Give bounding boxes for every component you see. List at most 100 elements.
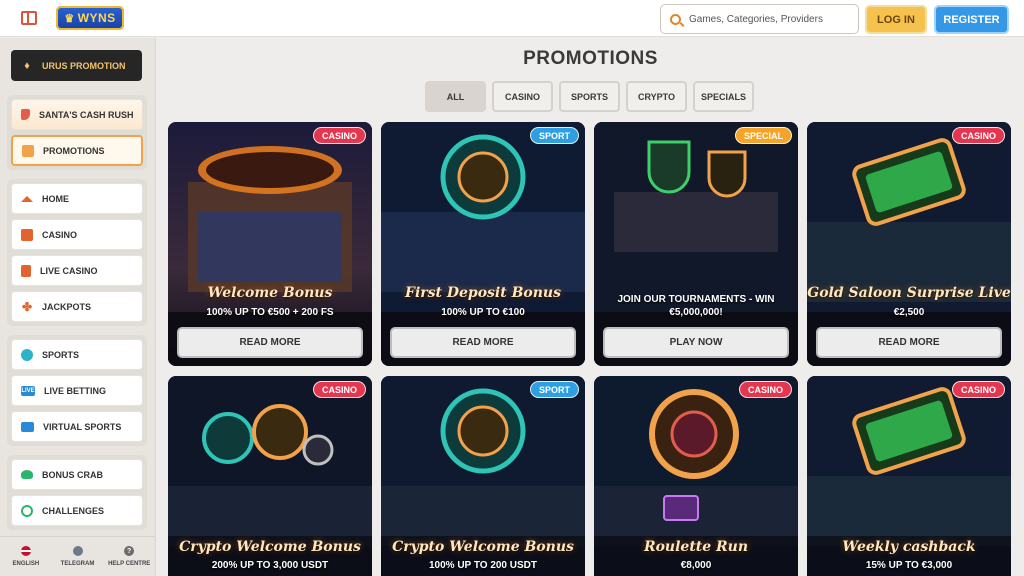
- category-badge: CASINO: [951, 127, 1005, 144]
- site-logo[interactable]: ♛ WYNS: [56, 6, 124, 30]
- tab-specials[interactable]: SPECIALS: [693, 81, 754, 112]
- sidebar-item-label: LIVE BETTING: [44, 385, 107, 396]
- home-icon: [21, 195, 33, 202]
- login-button[interactable]: LOG IN: [865, 5, 927, 34]
- sidebar-item-label: SANTA'S CASH RUSH: [39, 109, 134, 120]
- search-icon: [670, 13, 681, 25]
- card-title: Crypto Welcome Bonus: [179, 539, 361, 555]
- card-subtitle: 100% UP TO €100: [441, 307, 525, 318]
- sidebar-footer: ENGLISH TELEGRAM ? HELP CENTRE: [0, 536, 155, 576]
- sidebar-item-home[interactable]: HOME: [11, 183, 143, 214]
- tab-sports[interactable]: SPORTS: [559, 81, 620, 112]
- sidebar-item-urus-promotion[interactable]: ♦ URUS PROMOTION: [11, 50, 142, 81]
- sidebar-item-sports[interactable]: SPORTS: [11, 339, 143, 370]
- sidebar-group-featured: SANTA'S CASH RUSH PROMOTIONS: [7, 95, 147, 170]
- gift-icon: [22, 144, 34, 157]
- promo-card-roulette-run[interactable]: CASINO Roulette Run €8,000: [594, 376, 798, 576]
- category-badge: SPORT: [529, 127, 579, 144]
- card-title: Gold Saloon Surprise Live: [807, 285, 1011, 301]
- filter-tabs: ALL CASINO SPORTS CRYPTO SPECIALS: [425, 81, 754, 112]
- card-title: JOIN OUR TOURNAMENTS - WIN €5,000,000!: [617, 294, 775, 318]
- card-icon: [21, 264, 31, 277]
- sidebar-item-challenges[interactable]: CHALLENGES: [11, 495, 143, 526]
- slot-machine-icon: [21, 228, 33, 241]
- card-subtitle: €2,500: [893, 307, 925, 318]
- page-title: PROMOTIONS: [523, 48, 658, 69]
- promo-card-welcome-bonus[interactable]: CASINO Welcome Bonus 100% UP TO €500 + 2…: [168, 122, 372, 366]
- sidebar-item-label: LIVE CASINO: [40, 265, 98, 276]
- card-subtitle: 15% UP TO €3,000: [865, 560, 953, 571]
- footer-label: ENGLISH: [12, 561, 40, 567]
- read-more-button[interactable]: READ MORE: [177, 327, 363, 358]
- promo-card-gold-saloon[interactable]: CASINO Gold Saloon Surprise Live €2,500 …: [807, 122, 1011, 366]
- read-more-button[interactable]: READ MORE: [816, 327, 1002, 358]
- card-subtitle: €8,000: [680, 560, 712, 571]
- sidebar-item-jackpots[interactable]: ✤ JACKPOTS: [11, 291, 143, 322]
- live-icon: LIVE: [21, 385, 35, 396]
- sock-icon: [21, 109, 30, 120]
- top-bar: ♛ WYNS LOG IN REGISTER: [0, 0, 1024, 37]
- sidebar-item-live-casino[interactable]: LIVE CASINO: [11, 255, 143, 286]
- card-title: Weekly cashback: [842, 539, 976, 555]
- promo-card-crypto-welcome-sport[interactable]: SPORT Crypto Welcome Bonus 100% UP TO 20…: [381, 376, 585, 576]
- sidebar-item-label: HOME: [42, 193, 69, 204]
- telegram-link[interactable]: TELEGRAM: [52, 537, 104, 576]
- flag-icon: [20, 546, 31, 556]
- category-badge: SPECIAL: [734, 127, 792, 144]
- main-content: PROMOTIONS ALL CASINO SPORTS CRYPTO SPEC…: [157, 38, 1024, 576]
- sidebar-toggle-icon[interactable]: [21, 11, 37, 25]
- tab-all[interactable]: ALL: [425, 81, 486, 112]
- promo-card-first-deposit-bonus[interactable]: SPORT First Deposit Bonus 100% UP TO €10…: [381, 122, 585, 366]
- promo-card-tournaments[interactable]: SPECIAL JOIN OUR TOURNAMENTS - WIN €5,00…: [594, 122, 798, 366]
- sidebar-group-extras: BONUS CRAB CHALLENGES: [7, 455, 147, 530]
- sidebar-item-santas-cash-rush[interactable]: SANTA'S CASH RUSH: [11, 99, 143, 130]
- sidebar-group-casino: HOME CASINO LIVE CASINO ✤ JACKPOTS: [7, 179, 147, 326]
- card-subtitle: 100% UP TO €500 + 200 FS: [206, 307, 334, 318]
- category-badge: SPORT: [529, 381, 579, 398]
- category-badge: CASINO: [738, 381, 792, 398]
- sidebar-item-label: VIRTUAL SPORTS: [43, 421, 122, 432]
- sidebar-item-casino[interactable]: CASINO: [11, 219, 143, 250]
- promo-card-weekly-cashback[interactable]: CASINO Weekly cashback 15% UP TO €3,000: [807, 376, 1011, 576]
- card-title: Roulette Run: [643, 539, 749, 555]
- promo-card-crypto-welcome-casino[interactable]: CASINO Crypto Welcome Bonus 200% UP TO 3…: [168, 376, 372, 576]
- footer-label: HELP CENTRE: [108, 561, 151, 567]
- sidebar-item-label: JACKPOTS: [42, 301, 92, 312]
- sidebar-item-promotions[interactable]: PROMOTIONS: [11, 135, 143, 166]
- search-input[interactable]: [689, 13, 849, 25]
- logo-text: WYNS: [77, 11, 116, 25]
- help-centre-link[interactable]: ? HELP CENTRE: [103, 537, 155, 576]
- tab-casino[interactable]: CASINO: [492, 81, 553, 112]
- crab-icon: [21, 470, 33, 479]
- register-button[interactable]: REGISTER: [934, 5, 1009, 34]
- sidebar-item-label: CASINO: [42, 229, 78, 240]
- search-box[interactable]: [660, 4, 859, 34]
- card-subtitle: 100% UP TO 200 USDT: [428, 560, 537, 571]
- sidebar-item-label: SPORTS: [42, 349, 80, 360]
- sidebar-item-label: BONUS CRAB: [42, 469, 104, 480]
- sidebar: ♦ URUS PROMOTION SANTA'S CASH RUSH PROMO…: [0, 38, 156, 576]
- sidebar-item-live-betting[interactable]: LIVE LIVE BETTING: [11, 375, 143, 406]
- telegram-icon: [72, 546, 83, 556]
- tab-crypto[interactable]: CRYPTO: [626, 81, 687, 112]
- card-title: Welcome Bonus: [207, 285, 333, 301]
- card-title: Crypto Welcome Bonus: [392, 539, 574, 555]
- footer-label: TELEGRAM: [60, 561, 95, 567]
- sidebar-item-label: PROMOTIONS: [43, 145, 105, 156]
- play-now-button[interactable]: PLAY NOW: [603, 327, 789, 358]
- medal-icon: [21, 504, 33, 517]
- card-subtitle: 200% UP TO 3,000 USDT: [211, 560, 329, 571]
- sidebar-item-virtual-sports[interactable]: VIRTUAL SPORTS: [11, 411, 143, 442]
- sidebar-item-label: CHALLENGES: [42, 505, 105, 516]
- ball-icon: [21, 348, 33, 361]
- read-more-button[interactable]: READ MORE: [390, 327, 576, 358]
- sidebar-item-label: URUS PROMOTION: [42, 60, 126, 71]
- sidebar-item-bonus-crab[interactable]: BONUS CRAB: [11, 459, 143, 490]
- crown-icon: ♛: [64, 12, 75, 25]
- clover-icon: ✤: [21, 299, 33, 314]
- category-badge: CASINO: [312, 381, 366, 398]
- screen-icon: [21, 421, 34, 432]
- sidebar-group-sports: SPORTS LIVE LIVE BETTING VIRTUAL SPORTS: [7, 335, 147, 446]
- language-selector[interactable]: ENGLISH: [0, 537, 52, 576]
- category-badge: CASINO: [951, 381, 1005, 398]
